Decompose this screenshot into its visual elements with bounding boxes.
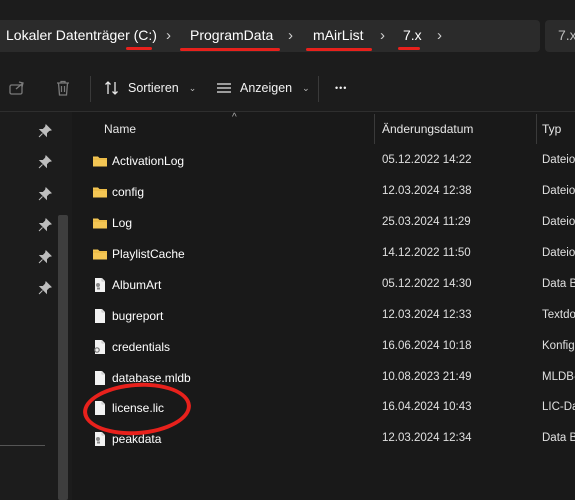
- file-date: 16.06.2024 10:18: [382, 340, 472, 352]
- file-row[interactable]: credentials 16.06.2024 10:18 Konfig: [72, 332, 575, 363]
- file-date: 25.03.2024 11:29: [382, 216, 471, 228]
- sort-label: Sortieren: [128, 81, 179, 95]
- pin-icon[interactable]: [38, 155, 52, 169]
- file-icon: [92, 370, 108, 386]
- pin-icon[interactable]: [38, 250, 52, 264]
- sort-icon: [105, 81, 118, 95]
- column-header-date[interactable]: Änderungsdatum: [382, 122, 473, 136]
- breadcrumb-separator[interactable]: ›: [166, 27, 171, 44]
- data-file-icon: [92, 431, 108, 447]
- file-name: bugreport: [112, 309, 164, 323]
- nav-divider: [0, 445, 45, 446]
- breadcrumb-item-7x[interactable]: 7.x: [403, 27, 422, 43]
- file-name: AlbumArt: [112, 278, 162, 292]
- file-date: 05.12.2022 14:30: [382, 278, 472, 290]
- file-name: credentials: [112, 340, 171, 354]
- file-type: Dateio: [542, 185, 575, 197]
- config-file-icon: [92, 339, 108, 355]
- file-name: config: [112, 185, 145, 199]
- chevron-down-icon: ⌄: [188, 82, 197, 93]
- file-name: PlaylistCache: [112, 247, 185, 261]
- pin-icon[interactable]: [38, 187, 52, 201]
- more-icon: •••: [335, 83, 348, 93]
- file-name: Log: [112, 216, 133, 230]
- file-date: 12.03.2024 12:34: [382, 432, 472, 444]
- column-header-type[interactable]: Typ: [542, 122, 561, 136]
- file-type: Textdo: [542, 309, 575, 321]
- view-button[interactable]: Anzeigen ⌄: [216, 78, 310, 98]
- command-bar: Sortieren ⌄ Anzeigen ⌄ •••: [0, 64, 575, 112]
- breadcrumb-overflow[interactable]: 7.x: [558, 27, 575, 43]
- pin-icon[interactable]: [38, 124, 52, 138]
- file-row[interactable]: config 12.03.2024 12:38 Dateio: [72, 177, 575, 208]
- more-options-button[interactable]: •••: [335, 78, 347, 98]
- nav-scrollbar[interactable]: [58, 215, 68, 500]
- file-type: Konfig: [542, 340, 575, 352]
- pin-icon[interactable]: [38, 218, 52, 232]
- view-icon: [217, 83, 231, 93]
- breadcrumb-item-drive[interactable]: Lokaler Datenträger (C:): [6, 27, 157, 43]
- folder-icon: [92, 184, 108, 200]
- address-bar: Lokaler Datenträger (C:) › ProgramData ›…: [0, 0, 575, 64]
- file-row[interactable]: Log 25.03.2024 11:29 Dateio: [72, 208, 575, 239]
- file-type: Dateio: [542, 216, 575, 228]
- breadcrumb-item-mairlist[interactable]: mAirList: [313, 27, 364, 43]
- annotation-underline: [306, 48, 372, 51]
- file-row[interactable]: PlaylistCache 14.12.2022 11:50 Dateio: [72, 239, 575, 270]
- file-date: 10.08.2023 21:49: [382, 371, 472, 383]
- file-type: LIC-Da: [542, 401, 575, 413]
- data-file-icon: [92, 277, 108, 293]
- column-separator[interactable]: [374, 114, 375, 144]
- pin-icon[interactable]: [38, 281, 52, 295]
- share-icon[interactable]: [7, 78, 27, 98]
- view-label: Anzeigen: [240, 81, 293, 95]
- column-header-name[interactable]: Name: [104, 122, 136, 136]
- breadcrumb-item-programdata[interactable]: ProgramData: [190, 27, 273, 43]
- file-row[interactable]: ActivationLog 05.12.2022 14:22 Dateio: [72, 146, 575, 177]
- column-separator[interactable]: [536, 114, 537, 144]
- sort-button[interactable]: Sortieren ⌄: [104, 78, 196, 98]
- file-type: Data B: [542, 278, 575, 290]
- file-row[interactable]: AlbumArt 05.12.2022 14:30 Data B: [72, 270, 575, 301]
- file-date: 14.12.2022 11:50: [382, 247, 471, 259]
- file-row[interactable]: bugreport 12.03.2024 12:33 Textdo: [72, 301, 575, 332]
- file-date: 05.12.2022 14:22: [382, 154, 472, 166]
- folder-icon: [92, 246, 108, 262]
- folder-icon: [92, 215, 108, 231]
- annotation-underline: [180, 48, 280, 51]
- chevron-down-icon: ⌄: [302, 82, 310, 93]
- toolbar-divider: [318, 76, 319, 102]
- file-type: Data B: [542, 432, 575, 444]
- file-name: ActivationLog: [112, 154, 185, 168]
- folder-icon: [92, 153, 108, 169]
- breadcrumb-separator[interactable]: ›: [437, 27, 442, 44]
- file-type: Dateio: [542, 247, 575, 259]
- file-date: 16.04.2024 10:43: [382, 401, 472, 413]
- file-date: 12.03.2024 12:33: [382, 309, 472, 321]
- file-type: Dateio: [542, 154, 575, 166]
- file-type: MLDB-: [542, 371, 575, 383]
- annotation-underline: [126, 47, 152, 50]
- sort-up-icon: ^: [232, 112, 237, 123]
- file-date: 12.03.2024 12:38: [382, 185, 472, 197]
- annotation-underline: [398, 47, 420, 50]
- toolbar-divider: [90, 76, 91, 102]
- delete-icon[interactable]: [53, 78, 73, 98]
- breadcrumb-separator[interactable]: ›: [380, 27, 385, 44]
- file-icon: [92, 308, 108, 324]
- breadcrumb-separator[interactable]: ›: [288, 27, 293, 44]
